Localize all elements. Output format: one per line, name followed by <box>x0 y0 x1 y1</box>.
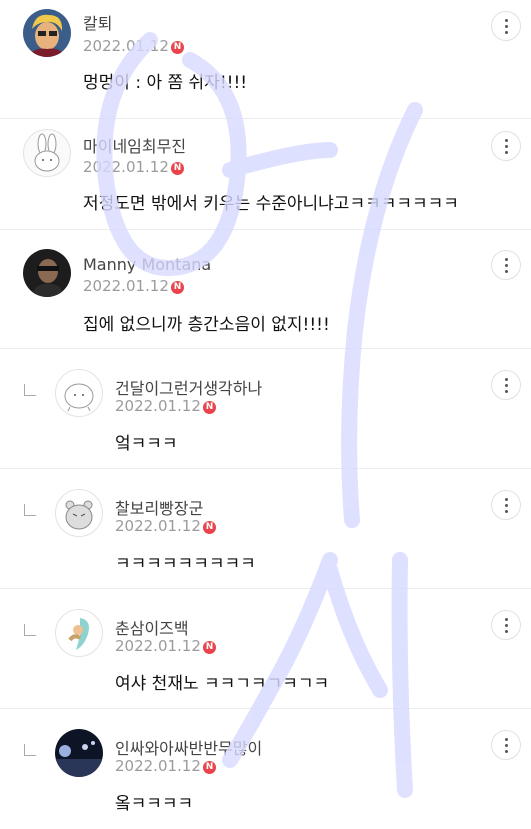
night-photo-avatar-icon[interactable] <box>55 729 103 777</box>
comment-item: 칼퇴 2022.01.12 N 멍멍이 : 아 쫌 쉬자!!!! <box>0 0 531 119</box>
new-badge: N <box>203 761 216 774</box>
more-options-button[interactable] <box>491 11 521 41</box>
character-avatar-icon[interactable] <box>55 609 103 657</box>
new-badge: N <box>203 401 216 414</box>
comment-date: 2022.01.12 <box>115 757 201 775</box>
comment-author[interactable]: 건달이그런거생각하나 <box>115 375 262 399</box>
comment-date: 2022.01.12 <box>115 637 201 655</box>
comment-text: 여샤 천재노 ㅋㅋㄱㅋㄱㅋㄱㅋ <box>115 674 330 694</box>
bear-avatar-icon[interactable] <box>55 489 103 537</box>
new-badge: N <box>203 521 216 534</box>
reply-arrow-icon <box>24 744 36 756</box>
more-options-button[interactable] <box>491 131 521 161</box>
comment-author[interactable]: 인싸와아싸반반무많이 <box>115 735 262 759</box>
more-options-button[interactable] <box>491 610 521 640</box>
photo-avatar-icon[interactable] <box>23 249 71 297</box>
comment-date: 2022.01.12 <box>83 37 169 55</box>
reply-item: 찰보리빵장군 2022.01.12 N ㅋㅋㅋㅋㅋㅋㅋㅋㅋ <box>0 470 531 589</box>
comment-text: 저정도면 밖에서 키우는 수준아니냐고ㅋㅋㅋㅋㅋㅋㅋ <box>83 194 459 214</box>
comment-author[interactable]: 찰보리빵장군 <box>115 495 203 519</box>
comment-text: 엌ㅋㅋㅋ <box>115 434 178 454</box>
reply-item: 인싸와아싸반반무많이 2022.01.12 N 옼ㅋㅋㅋㅋ <box>0 710 531 829</box>
comment-date: 2022.01.12 <box>115 517 201 535</box>
new-badge: N <box>171 281 184 294</box>
reply-arrow-icon <box>24 384 36 396</box>
blob-avatar-icon[interactable] <box>55 369 103 417</box>
comment-text: 멍멍이 : 아 쫌 쉬자!!!! <box>83 73 248 93</box>
comment-author[interactable]: 춘삼이즈백 <box>115 615 189 639</box>
comment-text: 옼ㅋㅋㅋㅋ <box>115 794 194 814</box>
reply-item: 춘삼이즈백 2022.01.12 N 여샤 천재노 ㅋㅋㄱㅋㄱㅋㄱㅋ <box>0 590 531 709</box>
new-badge: N <box>171 41 184 54</box>
comment-date: 2022.01.12 <box>115 397 201 415</box>
cartoon-man-avatar-icon[interactable] <box>23 9 71 57</box>
more-options-button[interactable] <box>491 730 521 760</box>
comment-author[interactable]: 칼퇴 <box>83 10 112 34</box>
comment-author[interactable]: 마이네임최무진 <box>83 133 186 157</box>
comment-date: 2022.01.12 <box>83 277 169 295</box>
new-badge: N <box>203 641 216 654</box>
more-options-button[interactable] <box>491 490 521 520</box>
new-badge: N <box>171 162 184 175</box>
reply-arrow-icon <box>24 624 36 636</box>
reply-item: 건달이그런거생각하나 2022.01.12 N 엌ㅋㅋㅋ <box>0 350 531 469</box>
bunny-avatar-icon[interactable] <box>23 129 71 177</box>
more-options-button[interactable] <box>491 370 521 400</box>
more-options-button[interactable] <box>491 250 521 280</box>
reply-arrow-icon <box>24 504 36 516</box>
comment-item: 마이네임최무진 2022.01.12 N 저정도면 밖에서 키우는 수준아니냐고… <box>0 111 531 230</box>
comment-text: 집에 없으니까 층간소음이 없지!!!! <box>83 315 330 335</box>
comment-date: 2022.01.12 <box>83 158 169 176</box>
comment-item: Manny Montana 2022.01.12 N 집에 없으니까 층간소음이… <box>0 230 531 349</box>
comment-author[interactable]: Manny Montana <box>83 255 211 274</box>
comment-text: ㅋㅋㅋㅋㅋㅋㅋㅋㅋ <box>115 554 256 574</box>
